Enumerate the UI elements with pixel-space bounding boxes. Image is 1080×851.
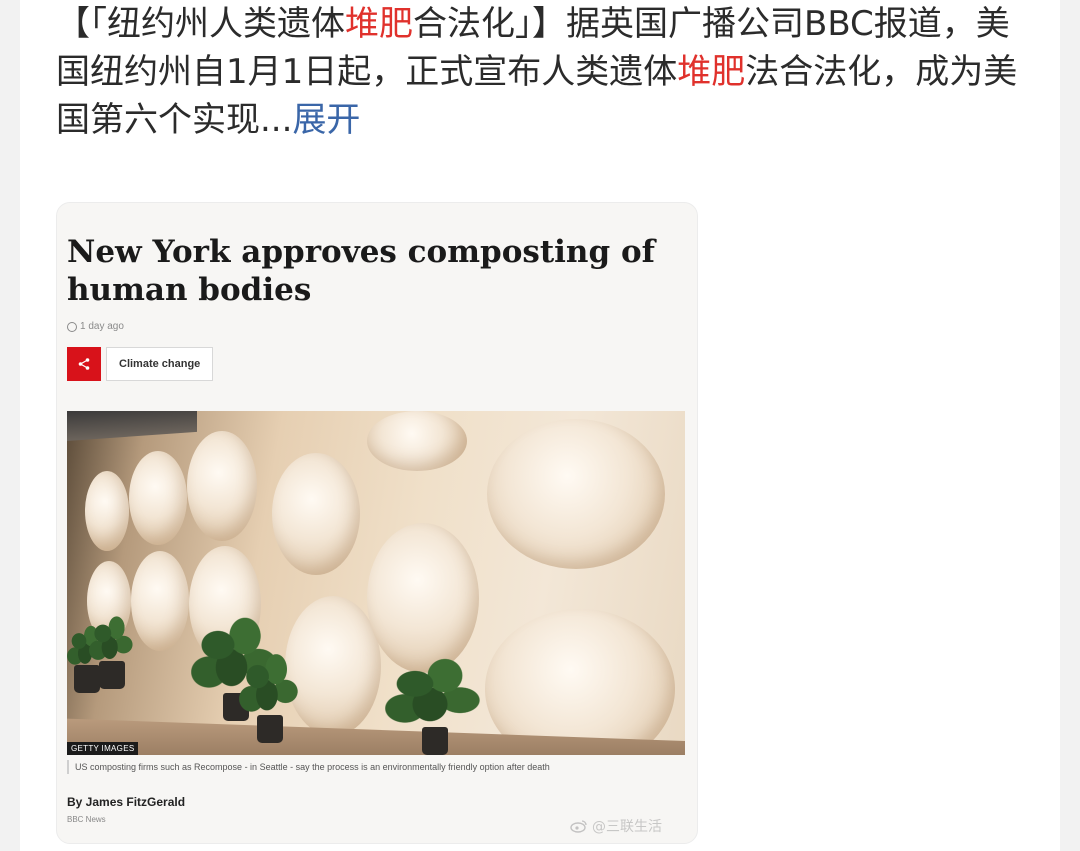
plant	[239, 647, 301, 743]
keyword-highlight[interactable]: 堆肥	[345, 4, 413, 44]
compost-pod	[129, 451, 187, 545]
weibo-icon	[570, 820, 587, 833]
compost-pod	[487, 419, 665, 569]
keyword-highlight[interactable]: 堆肥	[677, 52, 745, 92]
compost-pod	[367, 411, 467, 471]
article-timestamp: 1 day ago	[67, 321, 124, 332]
post-text: 【「纽约州人类遗体堆肥合法化」】据英国广播公司BBC报道，美国纽约州自1月1日起…	[56, 0, 1041, 144]
compost-pod	[187, 431, 257, 541]
share-button	[67, 347, 101, 381]
photo-caption: US composting firms such as Recompose - …	[67, 760, 693, 774]
article-byline: By James FitzGerald	[67, 795, 186, 809]
article-source: BBC News	[67, 815, 106, 824]
watermark: @三联生活	[570, 816, 662, 836]
compost-pod	[272, 453, 360, 575]
article-photo: GETTY IMAGES	[67, 411, 685, 755]
photo-credit: GETTY IMAGES	[67, 742, 139, 755]
clock-icon	[67, 321, 77, 332]
photo-ceiling	[67, 411, 197, 441]
share-icon	[78, 358, 90, 370]
compost-pod	[485, 609, 675, 755]
topic-tag: Climate change	[106, 347, 214, 381]
expand-link[interactable]: 展开	[292, 100, 360, 140]
plant	[89, 611, 135, 689]
watermark-text: @三联生活	[592, 819, 662, 835]
post-image[interactable]: New York approves composting of human bo…	[56, 202, 698, 844]
timestamp-text: 1 day ago	[80, 321, 124, 332]
article-headline: New York approves composting of human bo…	[67, 234, 655, 308]
compost-pod	[131, 551, 189, 651]
compost-pod	[85, 471, 129, 551]
plant	[385, 651, 485, 755]
weibo-post-page: 【「纽约州人类遗体堆肥合法化」】据英国广播公司BBC报道，美国纽约州自1月1日起…	[0, 0, 1080, 851]
post-text-part: 【「纽约州人类遗体	[56, 4, 345, 44]
